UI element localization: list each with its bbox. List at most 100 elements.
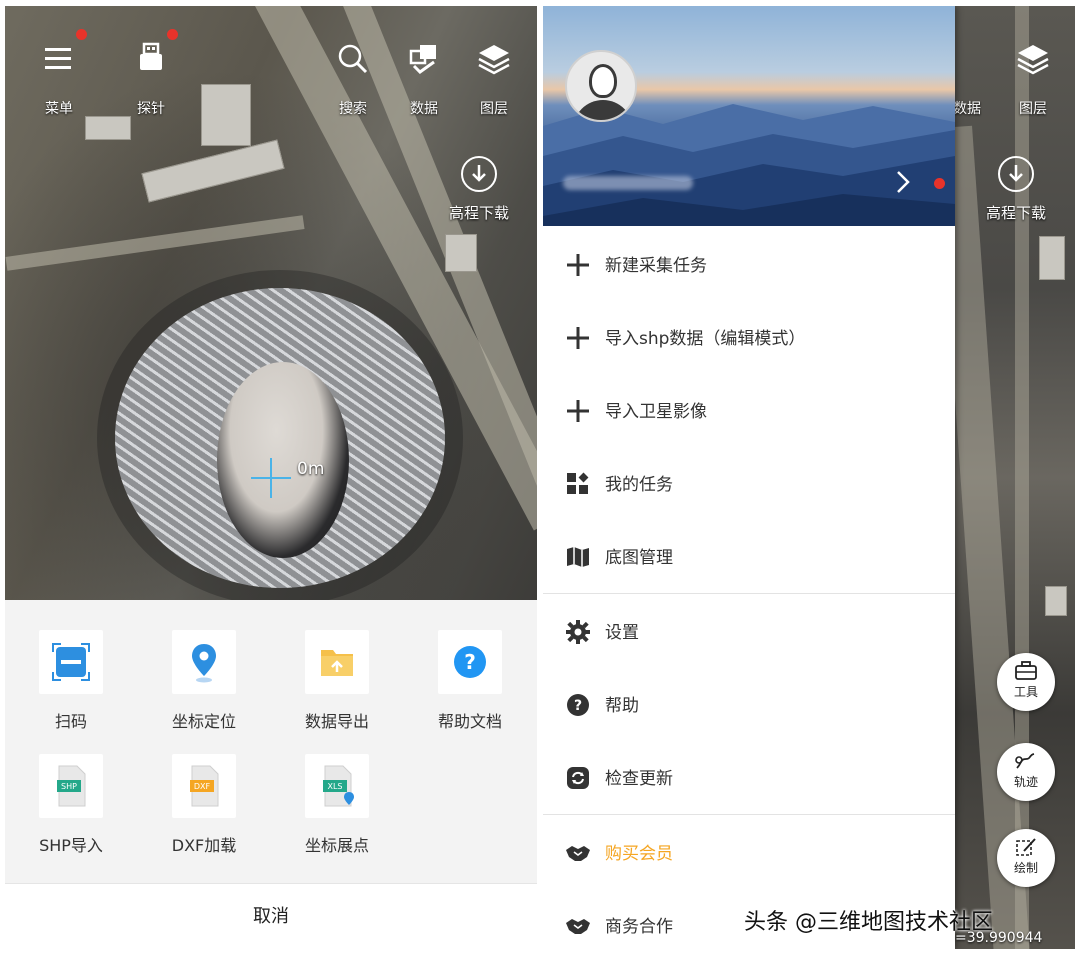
menu-label: 检查更新 (605, 769, 673, 789)
gear-icon (566, 620, 590, 644)
data-button[interactable]: 数据 (396, 42, 452, 118)
menu-basemap[interactable]: 底图管理 (543, 520, 955, 592)
location-pin-icon (172, 630, 236, 694)
help-icon: ? (438, 630, 502, 694)
menu-my-tasks[interactable]: 我的任务 (543, 447, 955, 519)
nav-drawer: 新建采集任务 导入shp数据（编辑模式） 导入卫星影像 我的任务 底图管理 设置… (543, 6, 955, 949)
toolbox-icon (1015, 661, 1037, 680)
plus-icon (567, 327, 589, 349)
menu-import-imagery[interactable]: 导入卫星影像 (543, 374, 955, 446)
menu-label: 设置 (605, 623, 639, 643)
menu-notification-dot (76, 29, 87, 40)
satellite-map-edge[interactable]: 数据 图层 高程下载 (936, 6, 1075, 949)
dxf-load-item[interactable]: DXF DXF加载 (144, 754, 264, 856)
menu-label: 菜单 (45, 101, 73, 117)
account-name-blurred (563, 176, 693, 190)
svg-text:?: ? (464, 650, 476, 674)
track-button[interactable]: 轨迹 (997, 743, 1055, 801)
folder-export-icon (305, 630, 369, 694)
coordinate-plot-label: 坐标展点 (304, 836, 369, 855)
refresh-icon (567, 767, 589, 789)
layers-button[interactable]: 图层 (1003, 42, 1063, 118)
search-icon (338, 44, 368, 74)
tools-button[interactable]: 工具 (997, 653, 1055, 711)
plus-icon (567, 254, 589, 276)
elevation-download-label: 高程下载 (448, 204, 509, 222)
menu-import-shp[interactable]: 导入shp数据（编辑模式） (543, 301, 955, 373)
layers-icon (478, 45, 510, 75)
svg-text:?: ? (574, 698, 582, 714)
action-sheet: 扫码 坐标定位 数据导出 ? 帮助文档 SHP SHP导入 DXF DXF加载 … (5, 600, 537, 949)
menu-label: 购买会员 (605, 844, 673, 864)
menu-new-task[interactable]: 新建采集任务 (543, 228, 955, 300)
track-icon (1015, 753, 1035, 769)
coordinate-plot-item[interactable]: XLS 坐标展点 (277, 754, 397, 856)
svg-text:XLS: XLS (327, 782, 342, 791)
menu-label: 导入shp数据（编辑模式） (605, 329, 806, 349)
map-building (1045, 586, 1067, 616)
tasks-icon (567, 472, 589, 494)
screenshot-root: 0m 菜单 探针 搜索 数据 图层 高程下载 扫码 坐标定位 数据导出 ? 帮助… (0, 0, 1080, 955)
crosshair-icon (251, 458, 291, 498)
search-label: 搜索 (339, 101, 367, 117)
menu-check-update[interactable]: 检查更新 (543, 741, 955, 813)
xls-file-icon: XLS (305, 754, 369, 818)
data-export-item[interactable]: 数据导出 (277, 630, 397, 732)
usb-probe-icon (140, 42, 162, 70)
menu-buy-membership[interactable]: 购买会员 (543, 816, 955, 888)
avatar[interactable] (565, 50, 637, 122)
layers-icon (1017, 45, 1049, 75)
menu-label: 商务合作 (605, 917, 673, 937)
satellite-map[interactable]: 0m 菜单 探针 搜索 数据 图层 高程下载 (5, 6, 537, 600)
menu-label: 新建采集任务 (605, 256, 707, 276)
layers-button[interactable]: 图层 (466, 42, 522, 118)
scan-item[interactable]: 扫码 (11, 630, 131, 732)
menu-divider (543, 593, 955, 594)
track-label: 轨迹 (1013, 775, 1038, 789)
map-road (1015, 6, 1029, 949)
download-icon (461, 156, 497, 192)
scale-label: 0m (297, 459, 325, 479)
map-building (445, 234, 477, 272)
handshake-icon (566, 846, 590, 861)
draw-icon (1016, 838, 1036, 856)
svg-text:SHP: SHP (61, 782, 77, 791)
menu-label: 我的任务 (605, 475, 673, 495)
probe-notification-dot (167, 29, 178, 40)
help-docs-item[interactable]: ? 帮助文档 (410, 630, 530, 732)
elevation-download-button[interactable]: 高程下载 (971, 156, 1061, 223)
menu-settings[interactable]: 设置 (543, 595, 955, 667)
shp-import-item[interactable]: SHP SHP导入 (11, 754, 131, 856)
chevron-right-icon[interactable] (895, 170, 911, 194)
help-icon: ? (567, 694, 589, 716)
menu-button[interactable]: 菜单 (31, 42, 87, 118)
map-road (5, 215, 305, 271)
coordinate-locate-label: 坐标定位 (171, 712, 236, 731)
profile-banner[interactable] (543, 6, 955, 226)
elevation-download-label: 高程下载 (985, 204, 1046, 222)
search-button[interactable]: 搜索 (325, 42, 381, 118)
menu-help[interactable]: ? 帮助 (543, 668, 955, 740)
menu-divider (543, 814, 955, 815)
layers-label: 图层 (1019, 101, 1047, 117)
menu-label: 帮助 (605, 696, 639, 716)
shp-file-icon: SHP (39, 754, 103, 818)
svg-text:DXF: DXF (194, 782, 211, 791)
source-watermark: 头条 @三维地图技术社区 (744, 910, 993, 935)
left-screen: 0m 菜单 探针 搜索 数据 图层 高程下载 扫码 坐标定位 数据导出 ? 帮助… (5, 6, 537, 949)
coordinate-locate-item[interactable]: 坐标定位 (144, 630, 264, 732)
map-building (1039, 236, 1065, 280)
probe-button[interactable]: 探针 (123, 42, 179, 118)
layers-label: 图层 (480, 101, 508, 117)
help-docs-label: 帮助文档 (437, 712, 502, 731)
draw-label: 绘制 (1013, 861, 1038, 875)
draw-button[interactable]: 绘制 (997, 829, 1055, 887)
handshake-icon (566, 919, 590, 934)
map-building (141, 139, 285, 203)
cancel-button[interactable]: 取消 (5, 883, 537, 949)
elevation-download-button[interactable]: 高程下载 (434, 156, 524, 223)
plus-icon (567, 400, 589, 422)
dxf-load-label: DXF加载 (171, 836, 237, 855)
scan-icon (39, 630, 103, 694)
hamburger-icon (45, 48, 71, 69)
